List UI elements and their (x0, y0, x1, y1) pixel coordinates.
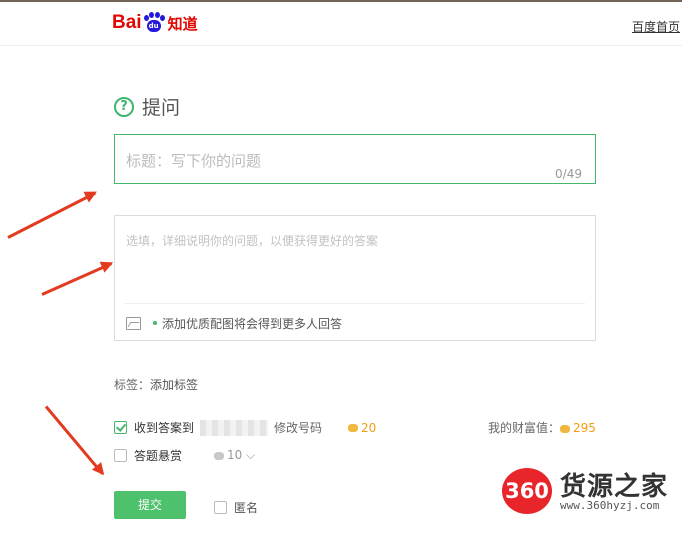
reward-select[interactable]: 10 ⌵ (214, 448, 255, 463)
wealth-label: 我的财富值： (488, 421, 561, 435)
tip-dot-icon (153, 321, 157, 325)
add-tag-link[interactable]: 添加标签 (150, 378, 198, 392)
tags-row: 标签：添加标签 (114, 376, 198, 393)
description-placeholder: 选填，详细说明你的问题，以便获得更好的答案 (126, 234, 379, 248)
notify-option-row: 收到答案到 修改号码 20 (114, 419, 376, 436)
logo-paw-text: du (148, 22, 159, 30)
reward-checkbox[interactable] (114, 449, 127, 462)
chevron-down-icon: ⌵ (246, 448, 256, 462)
annotation-arrow (44, 405, 104, 475)
tags-label: 标签： (114, 378, 151, 392)
reward-option-row: 答题悬赏 10 ⌵ (114, 447, 255, 464)
watermark-url: www.360hyzj.com (560, 499, 660, 512)
paw-icon: du (143, 12, 165, 34)
watermark: 360 货源之家 www.360hyzj.com (500, 462, 682, 522)
masked-phone-number (200, 419, 269, 436)
image-icon[interactable] (126, 317, 141, 330)
add-image-tip: 添加优质配图将会得到更多人回答 (162, 317, 343, 331)
question-description-input[interactable]: 选填，详细说明你的问题，以便获得更好的答案 添加优质配图将会得到更多人回答 (114, 215, 596, 341)
anonymous-label: 匿名 (234, 501, 259, 515)
watermark-badge: 360 (502, 468, 552, 514)
notify-label: 收到答案到 (134, 421, 195, 435)
page-title: 提问 (142, 97, 181, 119)
reward-label: 答题悬赏 (134, 449, 183, 463)
watermark-name: 货源之家 (560, 472, 669, 502)
reward-value: 10 (227, 448, 243, 462)
coin-icon (560, 424, 571, 433)
notify-cost-value: 20 (361, 420, 377, 435)
logo-text-zhidao: 知道 (167, 14, 198, 33)
description-divider (125, 303, 585, 304)
question-title-input[interactable]: 标题：写下你的问题 0/49 (114, 134, 596, 184)
top-bar: Bai du 知道 百度首页 (0, 0, 682, 46)
wealth-display: 我的财富值： 295 (488, 419, 596, 436)
baidu-zhidao-logo[interactable]: Bai du 知道 (112, 10, 198, 36)
annotation-arrow (41, 262, 113, 296)
wealth-value: 295 (573, 421, 596, 435)
title-char-count: 0/49 (555, 167, 582, 181)
anonymous-option: 匿名 (214, 499, 258, 516)
title-placeholder: 标题：写下你的问题 (126, 152, 262, 170)
submit-button[interactable]: 提交 (114, 491, 186, 519)
change-number-link[interactable]: 修改号码 (274, 419, 322, 436)
anonymous-checkbox[interactable] (214, 501, 227, 514)
logo-text-bai: Bai (112, 12, 142, 33)
coin-icon (214, 451, 225, 460)
baidu-home-link[interactable]: 百度首页 (632, 18, 680, 35)
page: Bai du 知道 百度首页 ? 提问 标题：写下你的问题 0/49 选填，详细… (0, 0, 682, 541)
question-circle-icon: ? (114, 96, 134, 117)
page-heading: ? 提问 (114, 93, 180, 120)
notify-cost: 20 (348, 421, 376, 435)
coin-icon (348, 424, 359, 432)
notify-checkbox[interactable] (114, 421, 127, 434)
annotation-arrow (7, 191, 96, 239)
